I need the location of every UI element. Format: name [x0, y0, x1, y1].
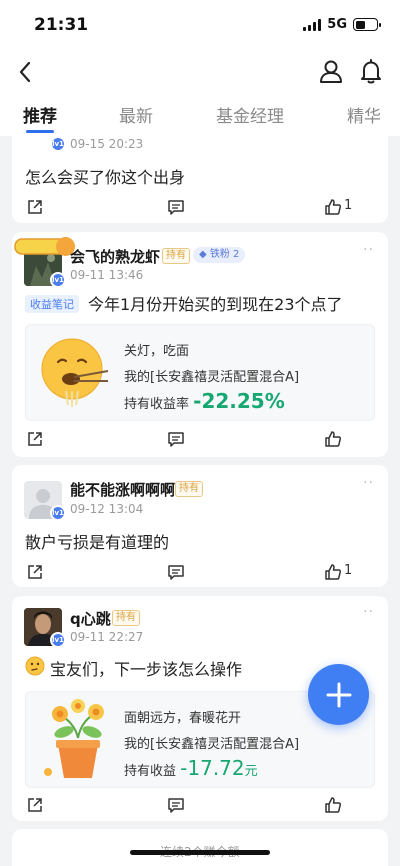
username[interactable]: q心跳 — [70, 608, 111, 629]
level-badge: lv1 — [50, 505, 66, 521]
fan-badge: ◆ 铁粉 2 — [193, 247, 246, 263]
tab-fund-manager[interactable]: 基金经理 — [216, 102, 284, 127]
comment-icon[interactable] — [167, 563, 185, 581]
post-content: 宝友们，下一步该怎么操作 — [50, 660, 243, 679]
compose-button[interactable] — [308, 664, 369, 725]
fund-caption: 面朝远方，春暖花开 — [124, 711, 242, 726]
like-icon[interactable] — [324, 430, 342, 448]
status-icons: 5G — [303, 17, 381, 32]
medal-badge-icon — [14, 237, 75, 256]
hold-tag: 持有 — [175, 481, 203, 497]
share-icon[interactable] — [26, 563, 44, 581]
like-icon[interactable] — [324, 563, 342, 581]
fan-badge-label: 铁粉 2 — [209, 249, 240, 260]
network-type: 5G — [327, 17, 347, 32]
comment-icon[interactable] — [167, 796, 185, 814]
fund-caption: 关灯，吃面 — [124, 344, 190, 359]
hold-tag: 持有 — [112, 610, 140, 626]
tab-recommend[interactable]: 推荐 — [23, 102, 57, 127]
fund-name[interactable]: 我的[长安鑫禧灵活配置混合A] — [124, 733, 299, 752]
more-icon[interactable]: ·· — [363, 242, 374, 258]
post-time: 09-12 13:04 — [70, 502, 144, 516]
sad-emoji-icon — [41, 338, 109, 407]
home-indicator[interactable] — [130, 850, 270, 855]
fund-metric-unit: 元 — [244, 764, 258, 779]
post-content: 怎么会买了你这个出身 — [25, 168, 186, 187]
tab-bar: 推荐 最新 基金经理 精华 — [0, 94, 400, 136]
fund-metric-label: 持有收益率 — [124, 397, 190, 412]
level-badge: lv1 — [50, 632, 66, 648]
post-card[interactable]: lv1 能不能涨啊啊啊 持有 ·· 09-12 13:04 散户亏损是有道理的 … — [12, 465, 388, 587]
username[interactable]: 能不能涨啊啊啊 — [70, 479, 175, 500]
tab-indicator — [26, 130, 54, 133]
comment-icon[interactable] — [167, 198, 185, 216]
diamond-icon: ◆ — [199, 249, 210, 260]
more-icon[interactable]: ·· — [363, 475, 374, 491]
level-badge: lv1 — [50, 272, 66, 288]
fund-metric-value: -22.25% — [193, 389, 285, 413]
more-icon[interactable]: ·· — [363, 604, 374, 620]
status-bar: 21:31 5G — [0, 0, 400, 50]
thinking-emoji-icon — [25, 656, 45, 676]
username[interactable]: 会飞的熟龙虾 — [70, 246, 160, 267]
like-count: 1 — [344, 198, 353, 213]
fund-metric-label: 持有收益 — [124, 764, 177, 779]
fund-name[interactable]: 我的[长安鑫禧灵活配置混合A] — [124, 366, 299, 385]
share-icon[interactable] — [26, 430, 44, 448]
flower-pot-icon — [44, 699, 104, 778]
like-icon[interactable] — [324, 198, 342, 216]
fund-metric: 持有收益 -17.72元 — [124, 756, 258, 780]
share-icon[interactable] — [26, 796, 44, 814]
tab-featured[interactable]: 精华 — [347, 102, 381, 127]
post-card[interactable]: lv1 09-15 20:23 怎么会买了你这个出身 1 — [12, 136, 388, 223]
comment-icon[interactable] — [167, 430, 185, 448]
like-count: 1 — [344, 563, 353, 578]
fund-metric-value: -17.72 — [180, 756, 245, 780]
post-time: 09-15 20:23 — [70, 137, 144, 151]
tab-latest[interactable]: 最新 — [119, 102, 153, 127]
battery-icon — [353, 18, 381, 31]
post-content: 散户亏损是有道理的 — [25, 533, 170, 552]
note-tag: 收益笔记 — [25, 295, 79, 313]
post-time: 09-11 13:46 — [70, 268, 144, 282]
plus-icon — [326, 682, 351, 707]
like-icon[interactable] — [324, 796, 342, 814]
status-time: 21:31 — [34, 15, 89, 35]
nav-bar — [0, 50, 400, 94]
user-icon[interactable] — [318, 57, 344, 85]
level-badge: lv1 — [50, 136, 66, 152]
share-icon[interactable] — [26, 198, 44, 216]
post-content: 今年1月份开始买的到现在23个点了 — [88, 295, 343, 314]
back-arrow-icon[interactable] — [14, 58, 40, 86]
signal-icon — [303, 18, 322, 31]
post-time: 09-11 22:27 — [70, 630, 144, 644]
bell-icon[interactable] — [357, 57, 385, 85]
post-card[interactable]: lv1 会飞的熟龙虾 持有 ◆ 铁粉 2 ·· 09-11 13:46 收益笔记… — [12, 232, 388, 457]
hold-tag: 持有 — [162, 248, 190, 264]
feed[interactable]: lv1 09-15 20:23 怎么会买了你这个出身 1 lv1 会飞的熟龙虾 — [0, 136, 400, 866]
fund-card[interactable]: 关灯，吃面 我的[长安鑫禧灵活配置混合A] 持有收益率 -22.25% — [25, 324, 375, 421]
fund-metric: 持有收益率 -22.25% — [124, 389, 285, 413]
